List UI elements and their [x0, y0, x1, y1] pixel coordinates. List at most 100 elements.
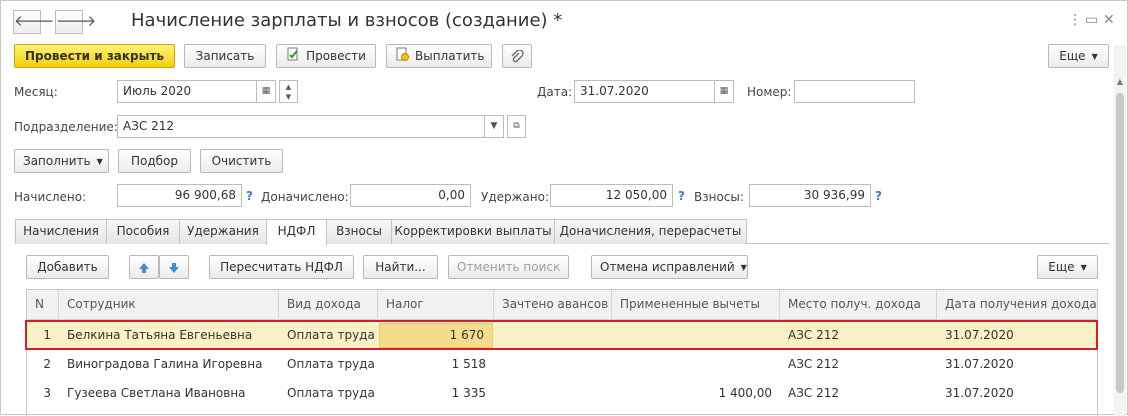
advances-cell[interactable]: [494, 350, 612, 379]
month-label: Месяц:: [14, 85, 58, 99]
attach-file-button[interactable]: [502, 44, 532, 68]
clear-button[interactable]: Очистить: [200, 149, 283, 173]
cancel-corrections-button[interactable]: Отмена исправлений ▼: [591, 255, 748, 279]
employee-cell[interactable]: Виноградова Галина Игоревна: [59, 350, 279, 379]
cancel-search-button[interactable]: Отменить поиск: [448, 255, 569, 279]
tab-deductions[interactable]: Удержания: [179, 219, 267, 244]
tab-accruals[interactable]: Начисления: [15, 219, 107, 244]
division-label: Подразделение:: [14, 120, 118, 134]
pay-button[interactable]: Выплатить: [386, 44, 492, 68]
withheld-value: 12 050,00: [550, 184, 673, 207]
income-date-cell[interactable]: 31.07.2020: [937, 350, 1097, 379]
close-icon[interactable]: ✕: [1103, 12, 1115, 28]
income-date-cell[interactable]: 31.07.2020: [937, 321, 1097, 350]
tab-recalculations[interactable]: Доначисления, перерасчеты: [554, 219, 747, 244]
column-header-income-place[interactable]: Место получ. дохода: [780, 290, 937, 320]
post-document-icon: [286, 46, 300, 68]
column-header-income-type[interactable]: Вид дохода: [279, 290, 378, 320]
chevron-down-icon: ▼: [96, 156, 103, 166]
income-type-cell[interactable]: Оплата труда: [279, 379, 378, 408]
page-title: Начисление зарплаты и взносов (создание)…: [131, 10, 563, 31]
division-input[interactable]: АЗС 212: [117, 115, 485, 138]
column-header-tax[interactable]: Налог: [378, 290, 494, 320]
tab-payment-corrections[interactable]: Корректировки выплаты: [391, 219, 555, 244]
income-type-cell[interactable]: Оплата труда: [279, 321, 378, 350]
table-more-label: Еще: [1048, 260, 1075, 274]
fill-button[interactable]: Заполнить ▼: [14, 149, 109, 173]
back-icon[interactable]: 🡐: [13, 10, 54, 34]
column-header-n[interactable]: N: [27, 290, 59, 320]
fill-button-label: Заполнить: [23, 154, 91, 168]
income-type-cell[interactable]: Оплата труда: [279, 350, 378, 379]
accrued-help-icon[interactable]: ?: [246, 189, 253, 203]
table-row[interactable]: 3 Гузеева Светлана Ивановна Оплата труда…: [27, 379, 1097, 408]
open-division-icon[interactable]: ⧉: [507, 115, 526, 138]
tax-cell[interactable]: 1 670: [379, 323, 493, 348]
tax-cell[interactable]: 1 518: [378, 350, 494, 379]
calendar-icon[interactable]: ▦: [256, 80, 276, 103]
contributions-label: Взносы:: [694, 190, 744, 204]
table-more-button[interactable]: Еще ▼: [1037, 255, 1098, 279]
tax-cell[interactable]: 1 335: [378, 379, 494, 408]
save-button[interactable]: Записать: [184, 44, 266, 68]
post-and-close-button[interactable]: Провести и закрыть: [14, 44, 175, 68]
cancel-corrections-label: Отмена исправлений: [600, 260, 735, 274]
division-dropdown-icon[interactable]: ▼: [484, 115, 504, 138]
post-button[interactable]: Провести: [276, 44, 376, 68]
withheld-help-icon[interactable]: ?: [678, 189, 685, 203]
payment-document-icon: [395, 46, 409, 68]
arrow-down-icon: [168, 260, 180, 274]
row-number: 1: [43, 328, 51, 342]
forward-icon[interactable]: 🡒: [55, 10, 96, 34]
chevron-down-icon: ▼: [740, 262, 747, 272]
deductions-cell[interactable]: [612, 321, 780, 350]
date-label: Дата:: [537, 85, 573, 99]
deductions-cell[interactable]: 1 400,00: [612, 379, 780, 408]
move-up-button[interactable]: [129, 255, 159, 279]
ndfl-table: N Сотрудник Вид дохода Налог Зачтено ава…: [26, 289, 1098, 416]
recalculate-ndfl-button[interactable]: Пересчитать НДФЛ: [209, 255, 354, 279]
more-button[interactable]: Еще ▼: [1048, 44, 1109, 68]
restore-window-icon[interactable]: ▭: [1085, 12, 1098, 28]
number-input[interactable]: [794, 80, 915, 103]
post-button-label: Провести: [306, 49, 366, 63]
extra-accrued-label: Доначислено:: [261, 190, 349, 204]
date-calendar-icon[interactable]: ▦: [714, 80, 734, 103]
deductions-cell[interactable]: [612, 350, 780, 379]
income-place-cell[interactable]: АЗС 212: [780, 379, 937, 408]
column-header-employee[interactable]: Сотрудник: [59, 290, 279, 320]
employee-cell[interactable]: Гузеева Светлана Ивановна: [59, 379, 279, 408]
pay-button-label: Выплатить: [415, 49, 485, 63]
scrollbar-thumb[interactable]: [1116, 93, 1124, 393]
column-header-income-date[interactable]: Дата получения дохода: [937, 290, 1097, 320]
advances-cell[interactable]: [494, 321, 612, 350]
income-place-cell[interactable]: АЗС 212: [780, 350, 937, 379]
month-stepper[interactable]: ▲ ▼: [279, 80, 298, 103]
scroll-up-icon[interactable]: ▲: [1115, 77, 1125, 86]
tab-contributions[interactable]: Взносы: [326, 219, 392, 244]
move-down-button[interactable]: [159, 255, 189, 279]
more-options-icon[interactable]: ⋮: [1068, 12, 1082, 28]
contributions-help-icon[interactable]: ?: [875, 189, 882, 203]
column-header-advances[interactable]: Зачтено авансов: [494, 290, 612, 320]
table-row[interactable]: 2 Виноградова Галина Игоревна Оплата тру…: [27, 350, 1097, 379]
row-number: 2: [43, 357, 51, 371]
month-input[interactable]: Июль 2020: [117, 80, 257, 103]
date-input[interactable]: 31.07.2020: [574, 80, 715, 103]
select-button[interactable]: Подбор: [118, 149, 191, 173]
column-header-deductions[interactable]: Примененные вычеты: [612, 290, 780, 320]
table-row[interactable]: 1 Белкина Татьяна Евгеньевна Оплата труд…: [27, 321, 1097, 350]
accrued-label: Начислено:: [14, 190, 87, 204]
tab-benefits[interactable]: Пособия: [106, 219, 180, 244]
arrow-up-icon: [138, 260, 150, 274]
add-row-button[interactable]: Добавить: [26, 255, 109, 279]
advances-cell[interactable]: [494, 379, 612, 408]
withheld-label: Удержано:: [481, 190, 550, 204]
employee-cell[interactable]: Белкина Татьяна Евгеньевна: [59, 321, 279, 350]
tab-ndfl[interactable]: НДФЛ: [266, 219, 327, 245]
accrued-value: 96 900,68: [117, 184, 242, 207]
chevron-down-icon: ▼: [1080, 262, 1087, 272]
income-date-cell[interactable]: 31.07.2020: [937, 379, 1097, 408]
income-place-cell[interactable]: АЗС 212: [780, 321, 937, 350]
find-button[interactable]: Найти...: [363, 255, 438, 279]
